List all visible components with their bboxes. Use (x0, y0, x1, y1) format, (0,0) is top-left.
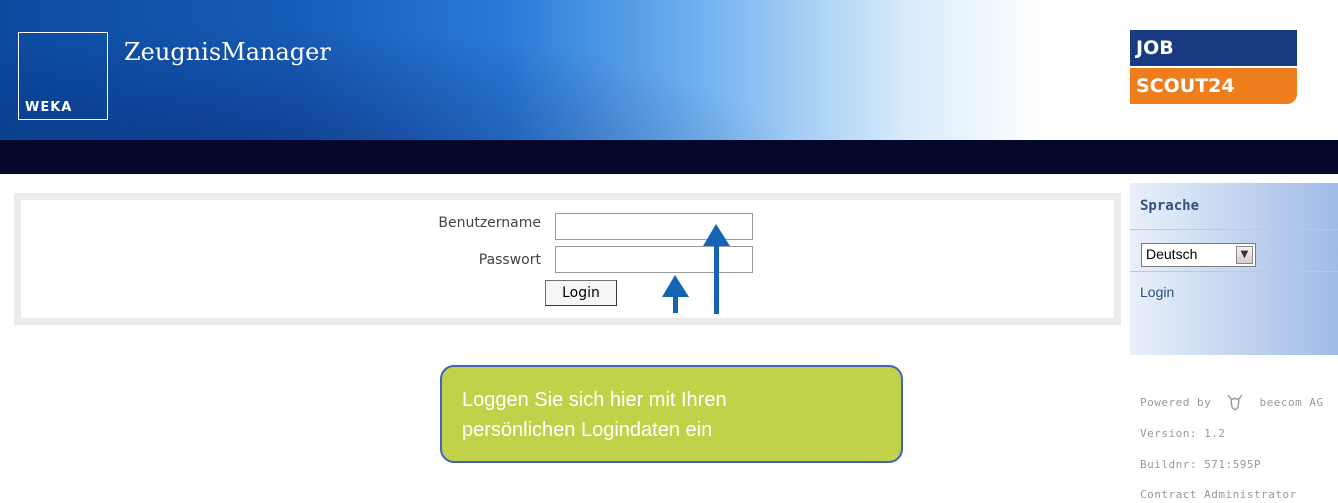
help-callout: Loggen Sie sich hier mit Ihren persönlic… (440, 365, 903, 463)
callout-line-2: persönlichen Logindaten ein (462, 419, 713, 441)
callout-line-1: Loggen Sie sich hier mit Ihren (462, 389, 727, 411)
chevron-down-icon[interactable]: ▼ (1236, 246, 1253, 264)
language-select-value: Deutsch (1146, 246, 1198, 262)
build-info: Buildnr: 571:595P (1140, 458, 1262, 471)
username-label: Benutzername (438, 215, 541, 231)
version-info: Version: 1.2 (1140, 427, 1226, 440)
divider (1130, 271, 1338, 272)
powered-by-label: Powered by (1140, 396, 1212, 409)
jobscout24-logo: JOB SCOUT24 (1130, 30, 1297, 108)
sidebar-login-link[interactable]: Login (1140, 284, 1174, 300)
login-panel: Benutzername Passwort Login (14, 193, 1121, 325)
app-title: ZeugnisManager (124, 38, 331, 66)
header-banner: WEKA ZeugnisManager JOB SCOUT24 (0, 0, 1338, 140)
arrow-up-icon (703, 224, 730, 314)
user-role: Contract Administrator (1140, 488, 1297, 501)
navigation-bar (0, 140, 1338, 174)
jobscout24-logo-line2: SCOUT24 (1130, 68, 1297, 104)
sidebar: Sprache Deutsch ▼ Login (1130, 183, 1338, 355)
beecom-logo-icon (1227, 394, 1243, 411)
help-callout-text: Loggen Sie sich hier mit Ihren persönlic… (462, 385, 727, 445)
powered-by: Powered by beecom AG (1140, 393, 1324, 413)
password-label: Passwort (478, 252, 541, 268)
weka-logo-text: WEKA (25, 100, 73, 115)
language-section-title: Sprache (1140, 198, 1200, 214)
divider (1130, 229, 1338, 230)
weka-logo: WEKA (18, 32, 108, 120)
company-name: beecom AG (1259, 396, 1324, 409)
login-form: Benutzername Passwort Login (21, 200, 1114, 318)
jobscout24-logo-line1: JOB (1130, 30, 1297, 66)
arrow-up-icon (662, 275, 689, 313)
language-select[interactable]: Deutsch ▼ (1141, 243, 1256, 267)
login-button[interactable]: Login (545, 280, 617, 306)
